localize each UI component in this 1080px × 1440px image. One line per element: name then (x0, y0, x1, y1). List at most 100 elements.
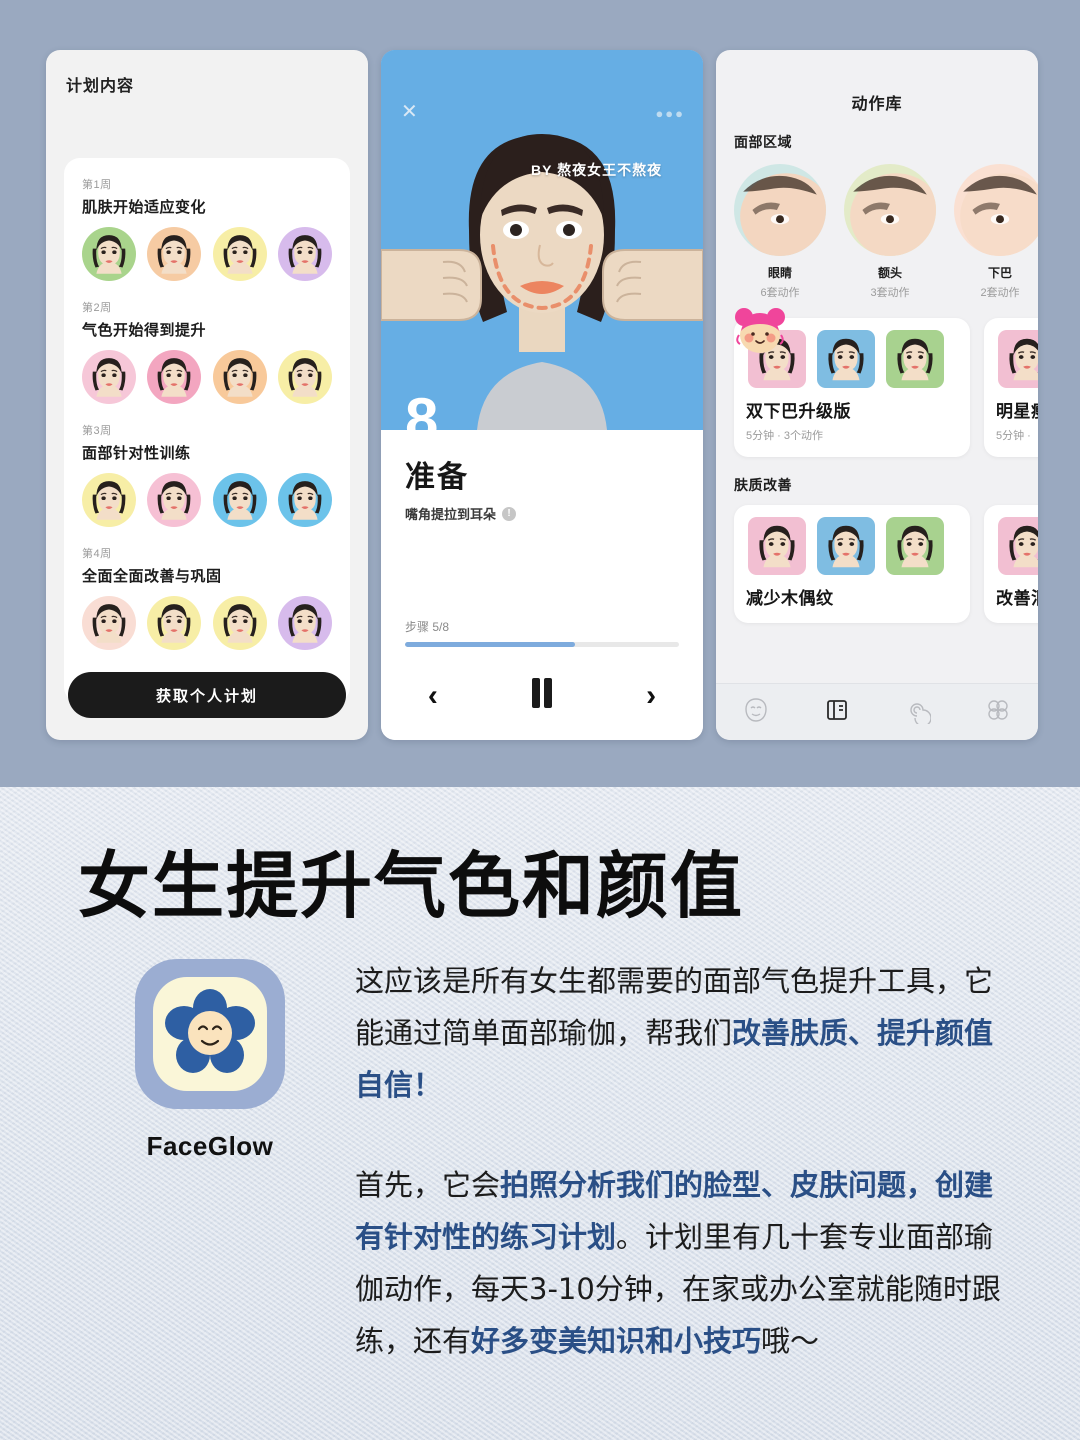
card-meta: 5分钟 · 3个动作 (746, 430, 824, 442)
spiral-icon[interactable] (903, 696, 932, 729)
week-title: 面部针对性训练 (82, 445, 191, 462)
info-icon[interactable]: ! (502, 506, 517, 521)
week-block: 第1周 肌肤开始适应变化 (64, 176, 350, 281)
card-thumbnail (884, 517, 946, 575)
facial-area-count: 3套动作 (870, 287, 910, 299)
facial-area-count: 2套动作 (980, 287, 1020, 299)
page-title: 女生提升气色和颜值 (78, 844, 745, 928)
card-thumbnail (996, 517, 1038, 575)
facial-area-image (734, 164, 826, 256)
get-personal-plan-button[interactable]: 获取个人计划 (68, 672, 346, 718)
week-block: 第4周 全面全面改善与巩固 (64, 545, 350, 650)
progress-bar[interactable] (405, 642, 679, 647)
phone-screen-player: ✕ ●●● BY 熬夜女王不熬夜 8 准备 嘴角提拉到耳朵 ! 步骤 5/8 ‹… (381, 50, 703, 740)
pink-hair-emoji-sticker (732, 305, 788, 357)
facial-area-name: 眼睛 (767, 266, 792, 280)
library-card[interactable]: 明星瘦 5分钟 · (984, 318, 1038, 457)
chevron-left-icon[interactable]: ‹ (428, 680, 438, 711)
app-name: FaceGlow (146, 1131, 274, 1161)
phone-screen-library: 动作库 面部区域 眼睛 6套动作 额头 3套动作 下巴 2套动作 双下巴升级版 5分钟 · … (716, 50, 1038, 740)
player-info-panel: 准备 嘴角提拉到耳朵 ! 步骤 5/8 ‹ › (381, 430, 703, 740)
exercise-avatar[interactable] (147, 227, 202, 281)
week-exercise-row (82, 596, 332, 650)
player-controls: ‹ › (381, 678, 703, 713)
book-icon[interactable] (823, 696, 851, 729)
exercise-avatar[interactable] (147, 596, 202, 650)
card-thumbnail (746, 517, 808, 575)
exercise-avatar[interactable] (82, 596, 136, 650)
exercise-avatar[interactable] (277, 596, 332, 650)
chevron-right-icon[interactable]: › (646, 680, 656, 711)
countdown-number: 8 (405, 386, 439, 431)
exercise-avatar[interactable] (147, 350, 202, 404)
pause-icon[interactable] (531, 678, 553, 713)
card-title: 明星瘦 (996, 402, 1038, 421)
progress-fill (405, 642, 575, 647)
exercise-avatar[interactable] (82, 350, 136, 404)
card-thumbnail (815, 517, 877, 575)
exercise-avatar[interactable] (212, 473, 267, 527)
exercise-title: 准备 (405, 461, 469, 494)
more-options-icon[interactable]: ●●● (655, 106, 685, 121)
exercise-subtitle: 嘴角提拉到耳朵 ! (381, 496, 703, 523)
facial-area-list: 眼睛 6套动作 额头 3套动作 下巴 2套动作 (716, 152, 1038, 300)
exercise-avatar[interactable] (277, 473, 332, 527)
plan-card: 第1周 肌肤开始适应变化第2周气色开始得到提升第3周面部针对性训练第4周 全面全面改… (64, 158, 350, 703)
week-exercise-row (82, 227, 332, 281)
section-facial-areas: 面部区域 (734, 134, 792, 150)
section-skin-improvement: 肤质改善 (734, 477, 792, 493)
card-meta: 5分钟 · (996, 430, 1031, 442)
week-exercise-row (82, 350, 332, 404)
close-icon[interactable]: ✕ (401, 102, 418, 122)
exercise-avatar[interactable] (212, 227, 267, 281)
facial-area-name: 额头 (877, 266, 902, 280)
facial-area-item[interactable]: 眼睛 6套动作 (734, 164, 826, 300)
exercise-avatar[interactable] (82, 473, 136, 527)
body-text: 首先，它会 (355, 1168, 501, 1202)
card-thumbnails (996, 517, 1038, 575)
bottom-nav-bar (716, 683, 1038, 740)
exercise-avatar[interactable] (212, 350, 267, 404)
clover-icon[interactable] (984, 696, 1012, 729)
facial-area-name: 下巴 (987, 266, 1012, 280)
week-exercise-row (82, 473, 332, 527)
face-icon[interactable] (742, 696, 770, 729)
week-number: 第2周 (82, 302, 112, 314)
article-paragraph-2: 首先，它会拍照分析我们的脸型、皮肤问题，创建有针对性的练习计划。计划里有几十套专… (355, 1159, 1020, 1367)
facial-area-item[interactable]: 额头 3套动作 (844, 164, 936, 300)
flower-face-icon (135, 959, 285, 1109)
body-text: 哦～ (761, 1324, 820, 1358)
app-block: FaceGlow (120, 959, 300, 1162)
card-thumbnail (996, 330, 1038, 388)
week-number: 第3周 (82, 425, 112, 437)
card-title: 减少木偶纹 (746, 589, 834, 608)
card-thumbnail (815, 330, 877, 388)
week-title: 肌肤开始适应变化 (82, 199, 207, 216)
exercise-avatar[interactable] (277, 350, 332, 404)
facial-area-image (954, 164, 1038, 256)
library-card[interactable]: 减少木偶纹 (734, 505, 970, 623)
exercise-avatar[interactable] (82, 227, 136, 281)
article-section: 女生提升气色和颜值 FaceGlow 这应该是所有女生都需要的面部气色提升工具，… (0, 787, 1080, 1440)
exercise-avatar[interactable] (277, 227, 332, 281)
facial-area-count: 6套动作 (760, 287, 800, 299)
exercise-video[interactable]: ✕ ●●● BY 熬夜女王不熬夜 8 (381, 50, 703, 430)
week-title: 气色开始得到提升 (82, 322, 207, 339)
card-title: 双下巴升级版 (746, 402, 851, 421)
plan-header: 计划内容 (66, 78, 135, 95)
phone-screen-plan: 计划内容 第1周 肌肤开始适应变化第2周气色开始得到提升第3周面部针对性训练第4周… (46, 50, 368, 740)
highlighted-text: 好多变美知识和小技巧 (471, 1324, 762, 1358)
library-title: 动作库 (851, 96, 903, 113)
exercise-avatar[interactable] (147, 473, 202, 527)
article-paragraph-1: 这应该是所有女生都需要的面部气色提升工具，它能通过简单面部瑜伽，帮我们改善肤质、… (355, 955, 1020, 1111)
facial-area-item[interactable]: 下巴 2套动作 (954, 164, 1038, 300)
card-thumbnail (884, 330, 946, 388)
step-label: 步骤 5/8 (405, 620, 450, 634)
exercise-avatar[interactable] (212, 596, 267, 650)
card-title: 改善泪 (996, 589, 1038, 608)
library-card[interactable]: 改善泪 (984, 505, 1038, 623)
facial-area-image (844, 164, 936, 256)
video-watermark: BY 熬夜女王不熬夜 (531, 162, 663, 178)
card-thumbnails (746, 517, 958, 575)
week-block: 第2周气色开始得到提升 (64, 299, 350, 404)
